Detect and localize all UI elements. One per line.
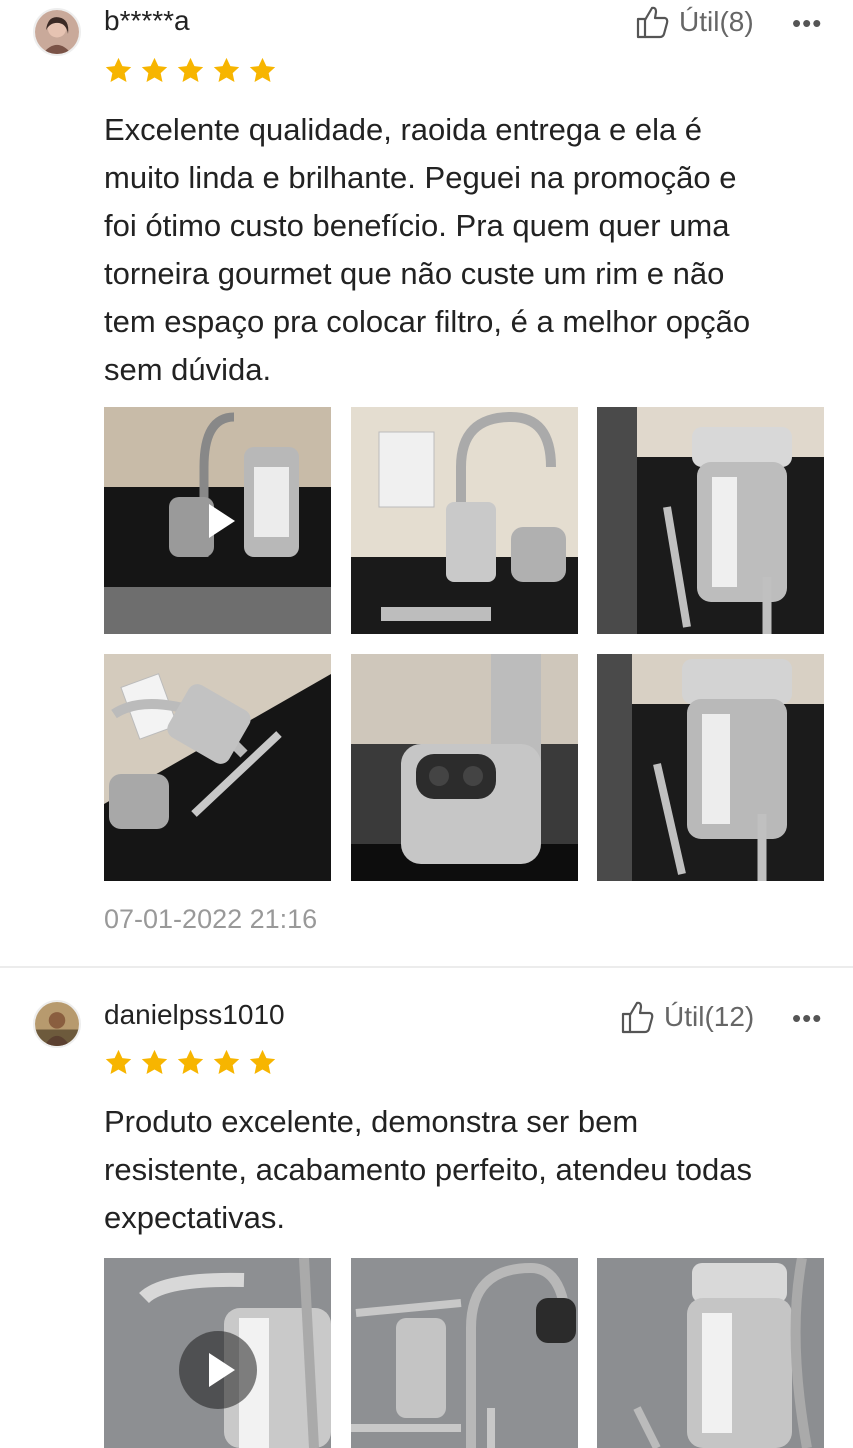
review-text-line: torneira gourmet que não custe um rim e … (104, 256, 725, 291)
review-photo[interactable] (351, 1258, 578, 1448)
star-icon (105, 1049, 132, 1074)
review-text-line: foi ótimo custo benefício. Pra quem quer… (104, 208, 730, 243)
review-text-line: muito linda e brilhante. Peguei na promo… (104, 160, 737, 195)
star-icon (141, 57, 168, 82)
avatar-image (35, 1002, 79, 1046)
play-icon[interactable] (179, 482, 257, 560)
review-text: Produto excelente, demonstra ser bem res… (104, 1098, 804, 1242)
review-text-line: Excelente qualidade, raoida entrega e el… (104, 112, 703, 147)
review-text-line: tem espaço pra colocar filtro, é a melho… (104, 304, 751, 339)
star-icon (249, 1049, 276, 1074)
faucet-photo (351, 654, 578, 881)
star-icon (177, 1049, 204, 1074)
faucet-photo (351, 1258, 578, 1448)
thumbs-up-icon (636, 6, 669, 39)
star-icon (105, 57, 132, 82)
review-photo[interactable] (104, 654, 331, 881)
thumbs-up-icon (621, 1001, 654, 1034)
review-photo[interactable] (351, 407, 578, 634)
review-photo[interactable] (597, 654, 824, 881)
review-video-thumbnail[interactable] (104, 407, 331, 634)
review-text-line: resistente, acabamento perfeito, atendeu… (104, 1152, 752, 1187)
helpful-count: Útil(8) (679, 6, 754, 37)
reviewer-name: b*****a (104, 5, 190, 36)
star-icon (177, 57, 204, 82)
review-photo[interactable] (597, 407, 824, 634)
play-icon[interactable] (178, 1331, 257, 1409)
more-options-button[interactable]: ••• (792, 8, 822, 39)
faucet-photo (104, 654, 331, 881)
helpful-button[interactable]: Útil(8) (635, 4, 754, 40)
avatar[interactable] (33, 8, 81, 56)
star-icon (213, 57, 240, 82)
more-options-button[interactable]: ••• (792, 1003, 822, 1034)
faucet-photo (597, 407, 824, 634)
faucet-photo (597, 1258, 824, 1448)
review-card: danielpss1010 Útil(12) ••• Produto excel… (0, 968, 853, 1448)
review-text-line: expectativas. (104, 1200, 285, 1235)
review-card: b*****a Útil(8) ••• Excelente qualidade,… (0, 0, 853, 965)
review-text-line: Produto excelente, demonstra ser bem (104, 1104, 639, 1139)
review-video-thumbnail[interactable] (104, 1258, 331, 1448)
review-text: Excelente qualidade, raoida entrega e el… (104, 106, 804, 394)
avatar-image (35, 10, 79, 54)
reviewer-name: danielpss1010 (104, 999, 285, 1030)
review-photo[interactable] (597, 1258, 824, 1448)
faucet-photo (351, 407, 578, 634)
star-rating (104, 56, 277, 85)
avatar[interactable] (33, 1000, 81, 1048)
star-icon (141, 1049, 168, 1074)
star-rating (104, 1048, 277, 1077)
faucet-photo (597, 654, 824, 881)
review-text-line: sem dúvida. (104, 352, 272, 387)
star-icon (213, 1049, 240, 1074)
helpful-button[interactable]: Útil(12) (620, 999, 754, 1035)
star-icon (249, 57, 276, 82)
review-date: 07-01-2022 21:16 (104, 904, 318, 934)
review-photo[interactable] (351, 654, 578, 881)
helpful-count: Útil(12) (664, 1001, 755, 1032)
